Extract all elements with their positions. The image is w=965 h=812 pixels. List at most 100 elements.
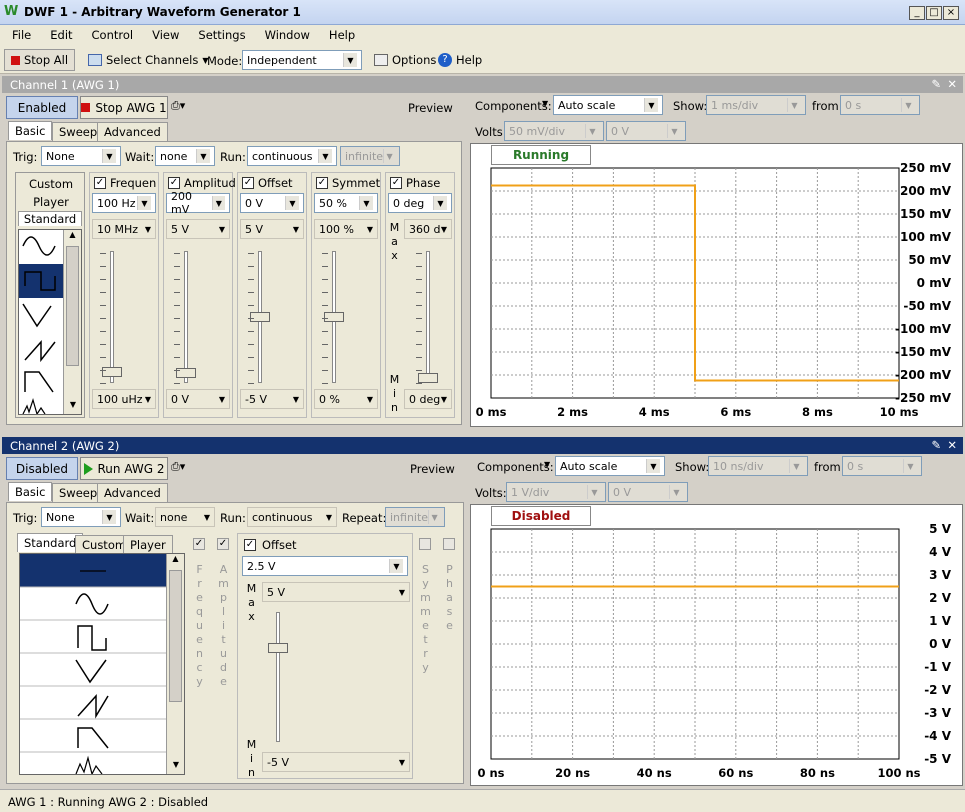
- components-chevron-icon[interactable]: ▼: [544, 460, 550, 469]
- param-checkbox[interactable]: ✓: [168, 177, 180, 189]
- run-select[interactable]: continuous ▼: [247, 507, 337, 527]
- volts-div-select[interactable]: 1 V/div ▼: [506, 482, 606, 502]
- noise-icon[interactable]: [22, 397, 46, 414]
- menu-help[interactable]: Help: [317, 25, 362, 42]
- wave-tab-standard[interactable]: Standard: [18, 211, 82, 226]
- symmetry-checkbox[interactable]: [419, 538, 431, 550]
- volts-offset-select[interactable]: 0 V ▼: [606, 121, 686, 141]
- param-max-select[interactable]: 5 V ▼: [240, 219, 304, 239]
- param-max-select[interactable]: 5 V ▼: [166, 219, 230, 239]
- mode-select[interactable]: Independent ▼: [242, 50, 362, 70]
- pin-icon[interactable]: ✎: [931, 77, 941, 91]
- export-icon[interactable]: ⎙▾: [171, 99, 195, 117]
- offset-max-select[interactable]: 5 V ▼: [262, 582, 410, 602]
- stop-awg1-button[interactable]: Stop AWG 1: [80, 96, 168, 119]
- menu-file[interactable]: File: [0, 25, 38, 42]
- run-awg2-button[interactable]: Run AWG 2: [80, 457, 168, 480]
- ramp-up-icon[interactable]: [77, 694, 109, 719]
- wave-tab-standard[interactable]: Standard: [17, 533, 84, 552]
- offset-slider-track[interactable]: [276, 612, 280, 742]
- tab-advanced[interactable]: Advanced: [97, 122, 168, 141]
- sine-wave-icon[interactable]: [75, 593, 109, 615]
- param-min-select[interactable]: 0 V ▼: [166, 389, 230, 409]
- wave-tab-custom[interactable]: Custom: [20, 177, 82, 191]
- close-icon[interactable]: ✕: [947, 77, 957, 91]
- param-checkbox[interactable]: ✓: [94, 177, 106, 189]
- run-select[interactable]: continuous ▼: [247, 146, 337, 166]
- volts-offset-select[interactable]: 0 V ▼: [608, 482, 688, 502]
- menu-view[interactable]: View: [140, 25, 186, 42]
- menu-settings[interactable]: Settings: [186, 25, 252, 42]
- triangle-wave-icon[interactable]: [75, 659, 107, 684]
- close-icon[interactable]: ✕: [947, 438, 957, 452]
- select-channels-button[interactable]: Select Channels ▼: [82, 49, 215, 71]
- param-min-select[interactable]: -5 V ▼: [240, 389, 304, 409]
- param-slider-track[interactable]: [426, 251, 430, 383]
- volts-div-select[interactable]: 50 mV/div ▼: [504, 121, 604, 141]
- menu-window[interactable]: Window: [253, 25, 317, 42]
- help-button[interactable]: ? Help: [432, 49, 488, 71]
- sine-wave-icon[interactable]: [22, 236, 56, 256]
- minimize-button[interactable]: _: [909, 6, 925, 20]
- square-wave-icon[interactable]: [77, 625, 107, 651]
- channel2-enabled-button[interactable]: Disabled: [6, 457, 78, 480]
- export-icon[interactable]: ⎙▾: [171, 460, 195, 478]
- components-select[interactable]: Auto scale ▼: [555, 456, 665, 476]
- channel1-enabled-button[interactable]: Enabled: [6, 96, 78, 119]
- maximize-button[interactable]: □: [926, 6, 942, 20]
- param-min-select[interactable]: 0 % ▼: [314, 389, 378, 409]
- wave-tab-player[interactable]: Player: [123, 535, 173, 554]
- tab-basic[interactable]: Basic: [8, 482, 53, 501]
- menu-control[interactable]: Control: [80, 25, 141, 42]
- param-min-select[interactable]: 0 deg ▼: [404, 389, 452, 409]
- param-max-select[interactable]: 360 d ▼: [404, 219, 452, 239]
- offset-checkbox[interactable]: ✓: [244, 539, 256, 551]
- components-chevron-icon[interactable]: ▼: [542, 99, 548, 108]
- param-value-select[interactable]: 200 mV ▼: [166, 190, 230, 216]
- tab-advanced[interactable]: Advanced: [97, 483, 168, 502]
- param-slider-thumb[interactable]: [418, 373, 438, 383]
- wait-select[interactable]: none ▼: [155, 146, 215, 166]
- offset-min-select[interactable]: -5 V ▼: [262, 752, 410, 772]
- offset-value-select[interactable]: 2.5 V ▼: [242, 556, 408, 576]
- time-div-select[interactable]: 1 ms/div ▼: [706, 95, 806, 115]
- menu-edit[interactable]: Edit: [38, 25, 79, 42]
- param-slider-thumb[interactable]: [250, 312, 270, 322]
- ramp-up-icon[interactable]: [24, 340, 56, 363]
- param-checkbox[interactable]: ✓: [242, 177, 254, 189]
- from-select[interactable]: 0 s ▼: [842, 456, 922, 476]
- trigger-select[interactable]: None ▼: [41, 507, 121, 527]
- param-min-select[interactable]: 100 uHz ▼: [92, 389, 156, 409]
- param-checkbox[interactable]: ✓: [316, 177, 328, 189]
- trapezium-icon[interactable]: [24, 371, 54, 393]
- tab-basic[interactable]: Basic: [8, 121, 53, 140]
- param-slider-thumb[interactable]: [324, 312, 344, 322]
- stop-all-button[interactable]: Stop All: [4, 49, 76, 71]
- amplitude-checkbox[interactable]: ✓: [217, 538, 229, 550]
- noise-icon[interactable]: [75, 755, 103, 774]
- from-select[interactable]: 0 s ▼: [840, 95, 920, 115]
- pin-icon[interactable]: ✎: [931, 438, 941, 452]
- wait-select[interactable]: none ▼: [155, 507, 215, 527]
- triangle-wave-icon[interactable]: [22, 303, 52, 328]
- waveform-scrollbar[interactable]: ▲ ▼: [166, 554, 184, 774]
- param-slider-track[interactable]: [184, 251, 188, 383]
- offset-slider-thumb[interactable]: [268, 643, 288, 653]
- param-max-select[interactable]: 100 % ▼: [314, 219, 378, 239]
- frequency-checkbox[interactable]: ✓: [193, 538, 205, 550]
- param-value-select[interactable]: 50 % ▼: [314, 193, 378, 213]
- repeat-select[interactable]: infinite ▼: [385, 507, 445, 527]
- waveform-scrollbar[interactable]: ▲ ▼: [63, 230, 81, 414]
- param-value-select[interactable]: 0 deg ▼: [388, 193, 452, 213]
- close-button[interactable]: ×: [943, 6, 959, 20]
- wave-tab-player[interactable]: Player: [20, 195, 82, 209]
- phase-checkbox[interactable]: [443, 538, 455, 550]
- repeat-select[interactable]: infinite ▼: [340, 146, 400, 166]
- time-div-select[interactable]: 10 ns/div ▼: [708, 456, 808, 476]
- param-slider-thumb[interactable]: [102, 366, 122, 377]
- trigger-select[interactable]: None ▼: [41, 146, 121, 166]
- param-checkbox[interactable]: ✓: [390, 177, 402, 189]
- param-value-select[interactable]: 0 V ▼: [240, 193, 304, 213]
- trapezium-icon[interactable]: [77, 727, 109, 749]
- components-select[interactable]: Auto scale ▼: [553, 95, 663, 115]
